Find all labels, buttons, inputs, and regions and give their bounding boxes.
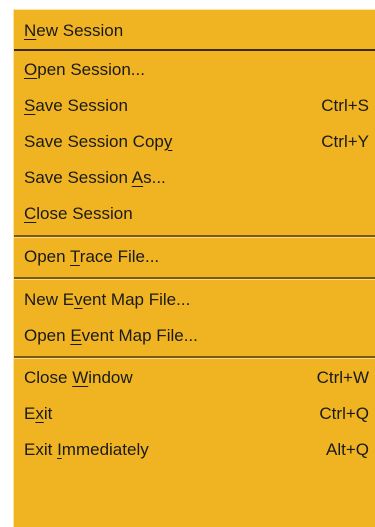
menu-item-shortcut: Ctrl+Q: [319, 404, 369, 423]
menu-item-label: Save Session As...: [24, 168, 166, 187]
menu-item-shortcut: Ctrl+S: [321, 96, 369, 115]
menu-item-label: Save Session: [24, 96, 128, 115]
menu-item-shortcut: Ctrl+W: [316, 368, 369, 387]
menu-item-close-session[interactable]: Close Session: [14, 196, 375, 232]
menu-item-open-session[interactable]: Open Session...: [14, 52, 375, 88]
menu-item-label: Exit Immediately: [24, 440, 149, 459]
menu-item-new-session[interactable]: New Session: [14, 13, 375, 49]
menu-item-label: Save Session Copy: [24, 132, 173, 151]
menu-item-label: Close Window: [24, 368, 133, 387]
menu-item-open-trace-file[interactable]: Open Trace File...: [14, 239, 375, 275]
menu-item-save-session[interactable]: Save Session Ctrl+S: [14, 88, 375, 124]
menu-item-shortcut: Ctrl+Y: [321, 132, 369, 151]
menu-item-exit[interactable]: Exit Ctrl+Q: [14, 396, 375, 432]
menu-item-label: Exit: [24, 404, 53, 423]
menu-separator: [14, 277, 375, 280]
menu-item-shortcut: Alt+Q: [326, 440, 369, 459]
menu-item-open-event-map-file[interactable]: Open Event Map File...: [14, 318, 375, 354]
menu-item-label: Open Event Map File...: [24, 326, 198, 345]
menu-item-save-session-as[interactable]: Save Session As...: [14, 160, 375, 196]
session-menu: New Session Open Session... Save Session…: [13, 9, 375, 527]
menu-separator: [14, 235, 375, 238]
menu-item-save-session-copy[interactable]: Save Session Copy Ctrl+Y: [14, 124, 375, 160]
menu-item-label: New Event Map File...: [24, 290, 191, 309]
menu-item-exit-immediately[interactable]: Exit Immediately Alt+Q: [14, 432, 375, 468]
menu-item-label: New Session: [24, 21, 124, 40]
menu-separator: [14, 356, 375, 359]
menu-item-close-window[interactable]: Close Window Ctrl+W: [14, 360, 375, 396]
menu-item-label: Close Session: [24, 204, 133, 223]
menu-item-label: Open Session...: [24, 60, 145, 79]
menu-item-new-event-map-file[interactable]: New Event Map File...: [14, 282, 375, 318]
menu-item-label: Open Trace File...: [24, 247, 160, 266]
active-item-underline: [14, 49, 375, 51]
